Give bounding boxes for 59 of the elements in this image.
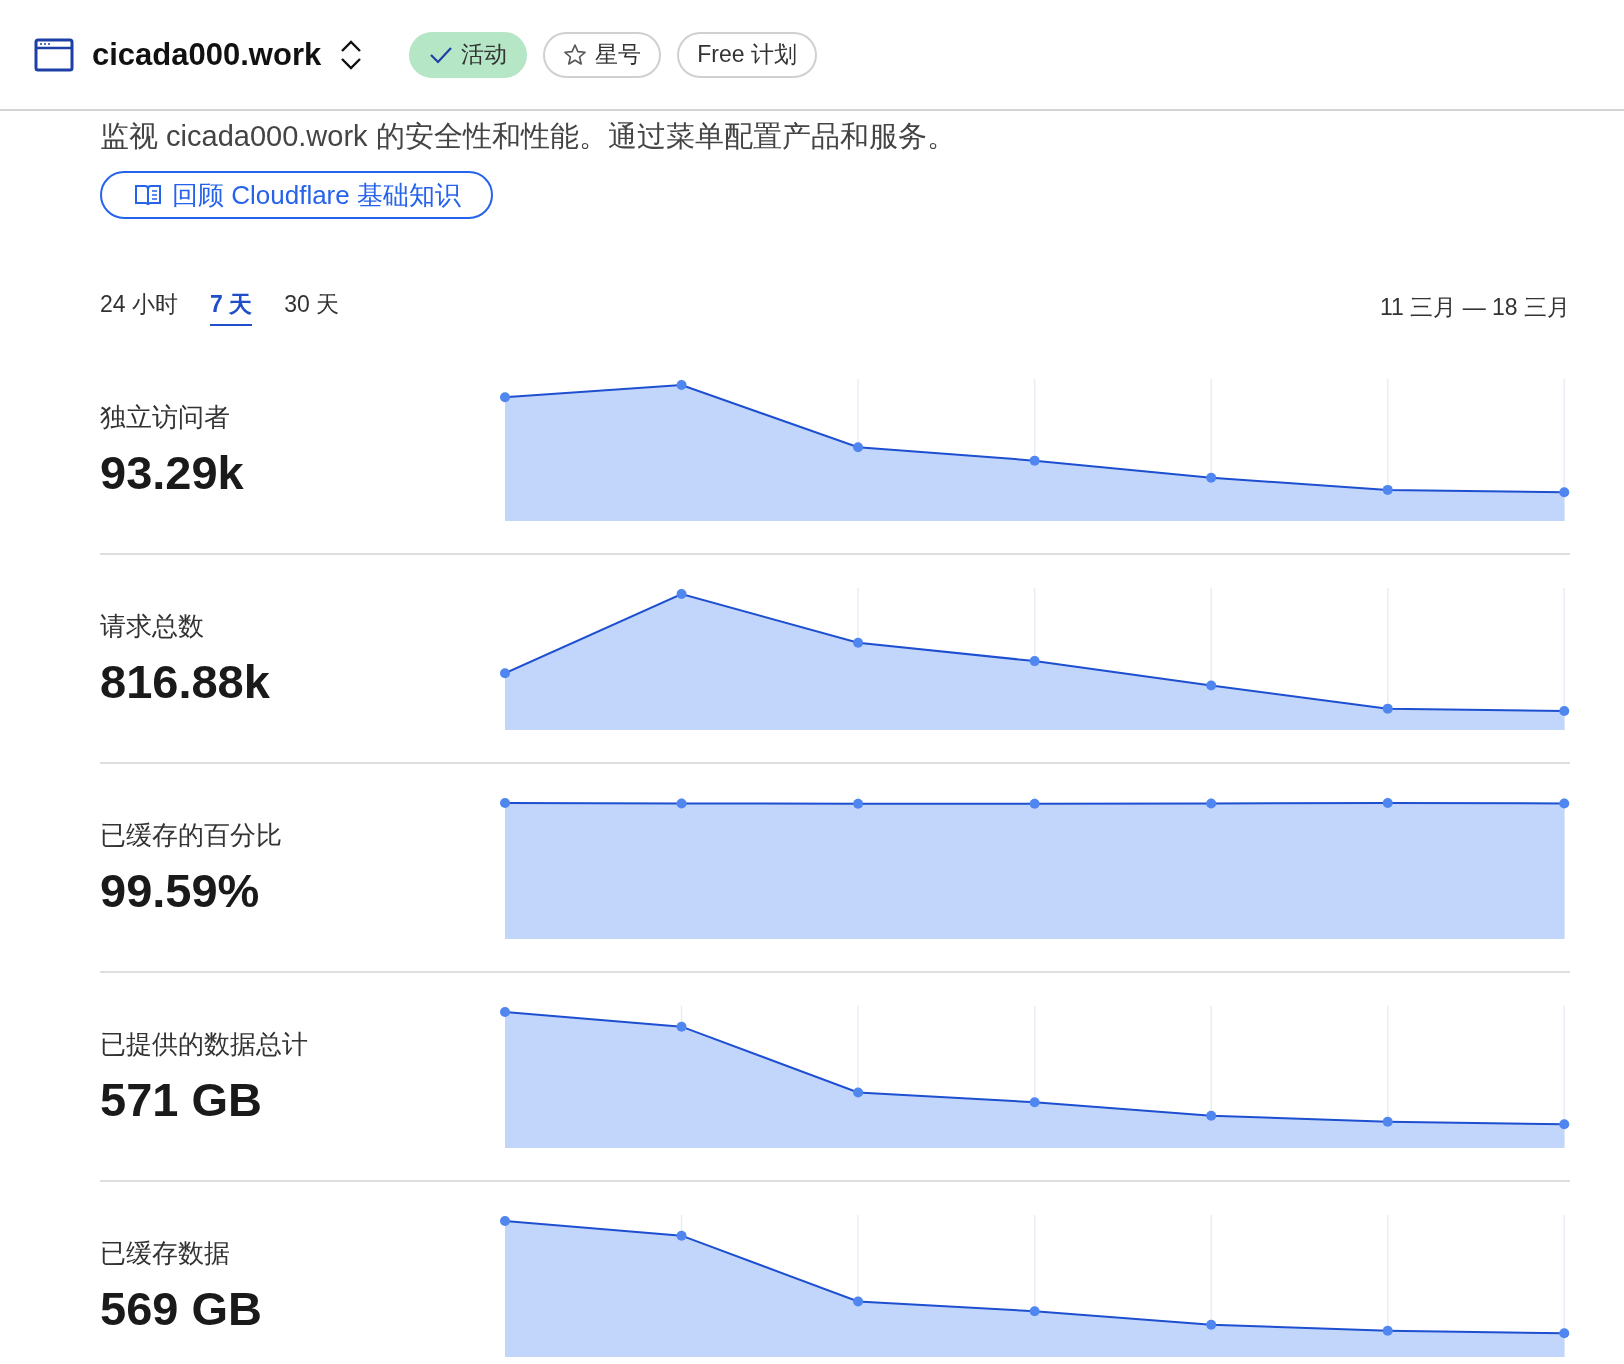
metric-label: 已缓存的百分比 — [100, 818, 283, 852]
browser-window-icon — [34, 37, 74, 72]
metric-value: 99.59% — [100, 862, 261, 918]
data-point — [852, 441, 863, 452]
data-point — [499, 667, 510, 678]
star-button[interactable]: 星号 — [543, 31, 662, 78]
data-point — [676, 1230, 687, 1241]
data-point — [1205, 1319, 1216, 1330]
data-point — [1029, 655, 1040, 666]
data-point — [1382, 1116, 1393, 1127]
date-range: 11 三月 — 18 三月 — [1379, 293, 1570, 322]
data-point — [1205, 797, 1216, 808]
data-point — [1029, 1305, 1040, 1316]
data-point — [676, 797, 687, 808]
data-point — [1382, 797, 1393, 808]
metric-value: 569 GB — [100, 1280, 263, 1336]
metric-value: 816.88k — [100, 653, 271, 709]
data-point — [676, 379, 687, 390]
metric-label: 独立访问者 — [100, 400, 231, 434]
range-tab[interactable]: 7 天 — [210, 289, 253, 326]
domain-title: cicada000.work — [92, 36, 322, 73]
guide-link[interactable]: 回顾 Cloudflare 基础知识 — [100, 171, 493, 219]
data-point — [852, 1296, 863, 1306]
data-point — [676, 1021, 687, 1032]
data-point — [1029, 455, 1040, 466]
data-point — [1029, 798, 1040, 809]
book-icon — [134, 183, 162, 207]
range-tab[interactable]: 24 小时 — [100, 289, 178, 326]
data-point — [852, 1087, 863, 1097]
range-tab[interactable]: 30 天 — [284, 289, 340, 326]
data-point — [1382, 484, 1393, 495]
data-point — [852, 637, 863, 648]
status-badge: 活动 — [409, 31, 528, 78]
data-point — [1559, 486, 1569, 497]
data-point — [676, 588, 687, 599]
star-icon — [563, 42, 588, 67]
data-point — [1559, 1327, 1569, 1338]
chevron-up-down-icon[interactable] — [339, 38, 364, 71]
metric-label: 已提供的数据总计 — [100, 1027, 309, 1061]
data-point — [1559, 705, 1569, 716]
data-point — [1029, 1096, 1040, 1107]
data-point — [1205, 472, 1216, 483]
description: 监视 cicada000.work 的安全性和性能。通过菜单配置产品和服务。 — [100, 119, 957, 154]
data-point — [499, 1006, 510, 1017]
data-point — [1205, 680, 1216, 690]
metric-value: 93.29k — [100, 444, 245, 500]
metric-label: 请求总数 — [100, 609, 205, 643]
data-point — [499, 391, 510, 402]
data-point — [1382, 1325, 1393, 1336]
plan-badge: Free 计划 — [677, 31, 817, 78]
data-point — [1205, 1110, 1216, 1121]
data-point — [499, 1215, 510, 1226]
data-point — [1559, 1118, 1569, 1129]
data-point — [499, 797, 510, 808]
data-point — [1559, 797, 1569, 808]
metric-value: 571 GB — [100, 1071, 263, 1127]
metric-label: 已缓存数据 — [100, 1236, 231, 1270]
data-point — [852, 798, 863, 809]
data-point — [1382, 703, 1393, 714]
